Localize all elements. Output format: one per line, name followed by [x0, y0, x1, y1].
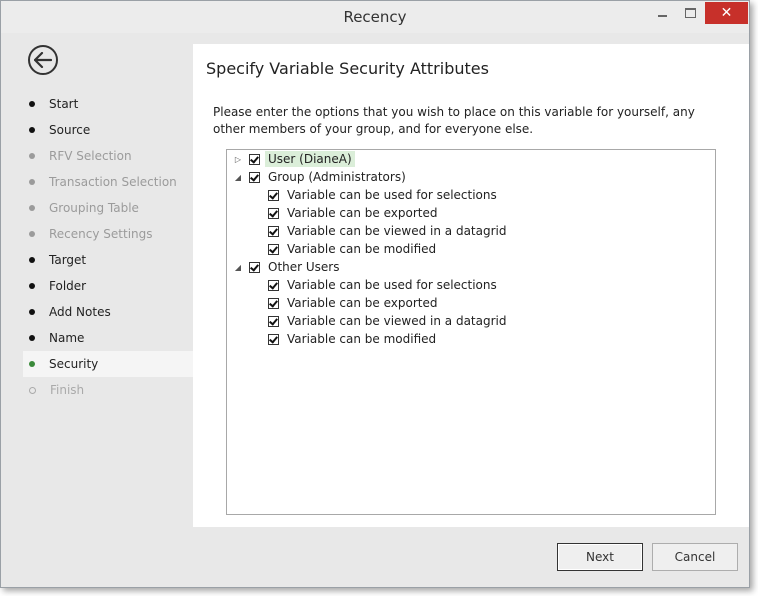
step-bullet-icon [29, 179, 35, 185]
tree-node-group-modified[interactable]: Variable can be modified [268, 240, 439, 258]
wizard-steps: Start Source RFV Selection Transaction S… [23, 91, 193, 403]
checkbox[interactable] [268, 297, 279, 309]
step-label: Add Notes [49, 305, 111, 319]
collapse-down-icon[interactable]: ◢ [233, 262, 243, 272]
tree-node-label: Other Users [268, 260, 340, 274]
minimize-icon [657, 15, 667, 17]
tree-node-label: Variable can be used for selections [287, 188, 497, 202]
tree-node-others-datagrid[interactable]: Variable can be viewed in a datagrid [268, 312, 510, 330]
step-bullet-icon [29, 101, 35, 107]
tree-node-others-exported[interactable]: Variable can be exported [268, 294, 440, 312]
step-add-notes[interactable]: Add Notes [23, 299, 193, 325]
step-source[interactable]: Source [23, 117, 193, 143]
step-bullet-icon [29, 231, 35, 237]
page-description: Please enter the options that you wish t… [213, 105, 695, 136]
step-label: Finish [50, 383, 85, 397]
page-title: Specify Variable Security Attributes [206, 59, 489, 78]
step-label: Folder [49, 279, 87, 293]
step-label: Transaction Selection [49, 175, 177, 189]
tree-node-label: User (DianeA) [265, 151, 355, 167]
checkbox[interactable] [249, 261, 260, 273]
checkbox[interactable] [268, 225, 279, 237]
step-bullet-icon [29, 283, 35, 289]
close-button[interactable]: ✕ [705, 2, 748, 24]
step-name[interactable]: Name [23, 325, 193, 351]
content-panel: Specify Variable Security Attributes Ple… [193, 44, 749, 527]
step-bullet-icon [29, 309, 35, 315]
tree-node-label: Variable can be exported [287, 296, 438, 310]
checkbox[interactable] [268, 207, 279, 219]
checkbox[interactable] [268, 243, 279, 255]
checkbox[interactable] [268, 315, 279, 327]
checkbox[interactable] [268, 333, 279, 345]
step-transaction-selection: Transaction Selection [23, 169, 193, 195]
step-bullet-icon [29, 335, 35, 341]
tree-node-label: Variable can be exported [287, 206, 438, 220]
maximize-icon [684, 8, 696, 18]
arrow-left-icon [34, 52, 52, 68]
cancel-button[interactable]: Cancel [652, 543, 738, 571]
tree-node-label: Variable can be viewed in a datagrid [287, 224, 507, 238]
tree-node-group-exported[interactable]: Variable can be exported [268, 204, 440, 222]
tree-node-label: Group (Administrators) [268, 170, 406, 184]
tree-node-label: Variable can be modified [287, 332, 437, 346]
step-label: Recency Settings [49, 227, 153, 241]
tree-node-label: Variable can be viewed in a datagrid [287, 314, 507, 328]
wizard-sidebar: Start Source RFV Selection Transaction S… [9, 34, 193, 587]
step-finish: Finish [23, 377, 193, 403]
tree-node-group-datagrid[interactable]: Variable can be viewed in a datagrid [268, 222, 510, 240]
step-bullet-icon [29, 386, 36, 394]
step-start[interactable]: Start [23, 91, 193, 117]
step-bullet-icon [29, 153, 35, 159]
tree-node-others-modified[interactable]: Variable can be modified [268, 330, 439, 348]
step-label: Start [49, 97, 79, 111]
step-label: Source [49, 123, 91, 137]
expand-right-icon[interactable]: ▷ [233, 154, 243, 164]
close-icon: ✕ [720, 5, 733, 21]
title-bar[interactable]: Recency ✕ [1, 1, 749, 33]
checkbox[interactable] [249, 171, 260, 183]
tree-node-label: Variable can be used for selections [287, 278, 497, 292]
tree-node-group-selections[interactable]: Variable can be used for selections [268, 186, 500, 204]
security-tree: ▷ User (DianeA) ◢ Group (Administrators)… [226, 149, 716, 515]
checkbox[interactable] [268, 189, 279, 201]
tree-node-label: Variable can be modified [287, 242, 437, 256]
wizard-window: Recency ✕ Start Source RFV Selection Tra… [0, 0, 750, 588]
step-security[interactable]: Security [23, 351, 193, 377]
back-button[interactable] [28, 45, 58, 75]
step-label: Grouping Table [49, 201, 139, 215]
collapse-down-icon[interactable]: ◢ [233, 172, 243, 182]
step-recency-settings: Recency Settings [23, 221, 193, 247]
step-label: Target [49, 253, 87, 267]
tree-node-group[interactable]: ◢ Group (Administrators) [233, 168, 409, 186]
step-bullet-icon [29, 361, 35, 367]
step-label: RFV Selection [49, 149, 132, 163]
step-grouping-table: Grouping Table [23, 195, 193, 221]
window-title: Recency [343, 8, 407, 26]
step-bullet-icon [29, 205, 35, 211]
next-button[interactable]: Next [557, 543, 643, 571]
maximize-button[interactable] [677, 2, 703, 24]
minimize-button[interactable] [649, 2, 675, 24]
step-rfv-selection: RFV Selection [23, 143, 193, 169]
tree-node-user[interactable]: ▷ User (DianeA) [233, 150, 355, 168]
step-target[interactable]: Target [23, 247, 193, 273]
step-label: Name [49, 331, 85, 345]
step-folder[interactable]: Folder [23, 273, 193, 299]
step-bullet-icon [29, 257, 35, 263]
checkbox[interactable] [268, 279, 279, 291]
step-bullet-icon [29, 127, 35, 133]
checkbox[interactable] [249, 153, 260, 165]
tree-node-others-selections[interactable]: Variable can be used for selections [268, 276, 500, 294]
step-label: Security [49, 357, 99, 371]
tree-node-others[interactable]: ◢ Other Users [233, 258, 343, 276]
